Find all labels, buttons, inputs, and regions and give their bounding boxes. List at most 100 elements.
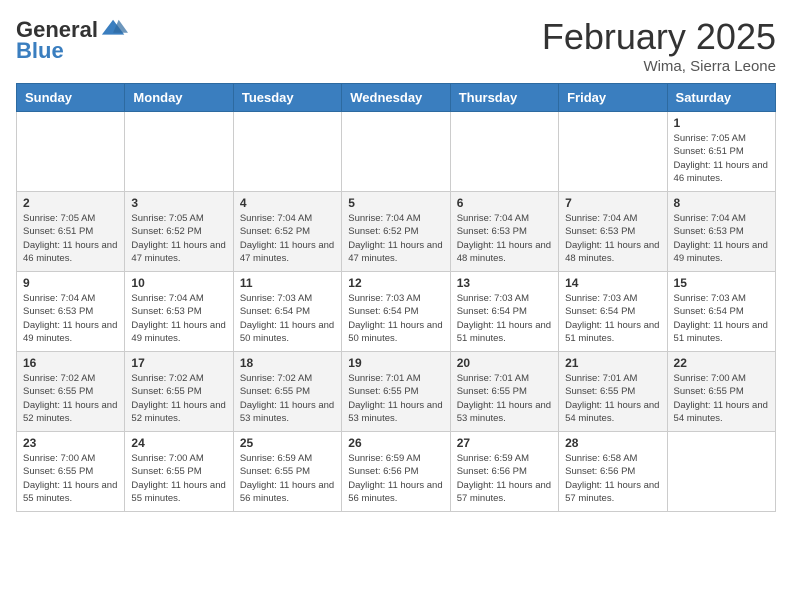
day-info: Sunrise: 7:03 AM Sunset: 6:54 PM Dayligh… [457,292,552,345]
day-info: Sunrise: 7:02 AM Sunset: 6:55 PM Dayligh… [240,372,335,425]
day-info: Sunrise: 7:05 AM Sunset: 6:51 PM Dayligh… [23,212,118,265]
calendar-cell: 26 Sunrise: 6:59 AM Sunset: 6:56 PM Dayli… [342,432,450,512]
day-header-thursday: Thursday [450,84,558,112]
day-info: Sunrise: 7:04 AM Sunset: 6:52 PM Dayligh… [348,212,443,265]
day-info: Sunrise: 6:59 AM Sunset: 6:56 PM Dayligh… [348,452,443,505]
day-info: Sunrise: 7:00 AM Sunset: 6:55 PM Dayligh… [674,372,769,425]
day-header-friday: Friday [559,84,667,112]
day-number: 16 [23,356,118,370]
day-number: 24 [131,436,226,450]
day-number: 10 [131,276,226,290]
calendar-cell: 25 Sunrise: 6:59 AM Sunset: 6:55 PM Dayli… [233,432,341,512]
logo: General Blue [16,16,128,64]
calendar-cell: 24 Sunrise: 7:00 AM Sunset: 6:55 PM Dayli… [125,432,233,512]
calendar-cell: 18 Sunrise: 7:02 AM Sunset: 6:55 PM Dayli… [233,352,341,432]
day-info: Sunrise: 7:04 AM Sunset: 6:52 PM Dayligh… [240,212,335,265]
day-number: 7 [565,196,660,210]
day-number: 27 [457,436,552,450]
day-number: 17 [131,356,226,370]
calendar-cell: 20Sunrise: 7:01 AM Sunset: 6:55 PM Dayli… [450,352,558,432]
day-number: 6 [457,196,552,210]
calendar-cell [342,112,450,192]
day-number: 28 [565,436,660,450]
calendar-cell: 22 Sunrise: 7:00 AM Sunset: 6:55 PM Dayli… [667,352,775,432]
calendar-cell: 10 Sunrise: 7:04 AM Sunset: 6:53 PM Dayli… [125,272,233,352]
day-info: Sunrise: 7:01 AM Sunset: 6:55 PM Dayligh… [348,372,443,425]
calendar-week-row: 23 Sunrise: 7:00 AM Sunset: 6:55 PM Dayli… [17,432,776,512]
calendar-cell: 28 Sunrise: 6:58 AM Sunset: 6:56 PM Dayli… [559,432,667,512]
calendar-cell [125,112,233,192]
calendar-cell [559,112,667,192]
day-info: Sunrise: 7:04 AM Sunset: 6:53 PM Dayligh… [131,292,226,345]
calendar-week-row: 9 Sunrise: 7:04 AM Sunset: 6:53 PM Daylig… [17,272,776,352]
day-info: Sunrise: 7:05 AM Sunset: 6:52 PM Dayligh… [131,212,226,265]
day-info: Sunrise: 7:04 AM Sunset: 6:53 PM Dayligh… [457,212,552,265]
calendar-cell: 1 Sunrise: 7:05 AM Sunset: 6:51 PM Daylig… [667,112,775,192]
calendar-week-row: 2 Sunrise: 7:05 AM Sunset: 6:51 PM Daylig… [17,192,776,272]
day-info: Sunrise: 7:00 AM Sunset: 6:55 PM Dayligh… [131,452,226,505]
day-info: Sunrise: 7:03 AM Sunset: 6:54 PM Dayligh… [348,292,443,345]
calendar-cell [17,112,125,192]
day-info: Sunrise: 7:04 AM Sunset: 6:53 PM Dayligh… [674,212,769,265]
calendar-cell: 27 Sunrise: 6:59 AM Sunset: 6:56 PM Dayli… [450,432,558,512]
day-number: 15 [674,276,769,290]
logo-icon [100,16,128,44]
day-info: Sunrise: 7:02 AM Sunset: 6:55 PM Dayligh… [131,372,226,425]
calendar-cell: 17 Sunrise: 7:02 AM Sunset: 6:55 PM Dayli… [125,352,233,432]
day-number: 1 [674,116,769,130]
calendar-cell: 9Sunrise: 7:04 AM Sunset: 6:53 PM Daylig… [17,272,125,352]
calendar-cell: 5 Sunrise: 7:04 AM Sunset: 6:52 PM Daylig… [342,192,450,272]
day-number: 19 [348,356,443,370]
calendar-cell: 23 Sunrise: 7:00 AM Sunset: 6:55 PM Dayli… [17,432,125,512]
calendar-cell: 3Sunrise: 7:05 AM Sunset: 6:52 PM Daylig… [125,192,233,272]
calendar-cell: 8 Sunrise: 7:04 AM Sunset: 6:53 PM Daylig… [667,192,775,272]
calendar-cell: 15Sunrise: 7:03 AM Sunset: 6:54 PM Dayli… [667,272,775,352]
day-number: 13 [457,276,552,290]
day-info: Sunrise: 7:01 AM Sunset: 6:55 PM Dayligh… [565,372,660,425]
calendar-cell [667,432,775,512]
calendar-cell: 7 Sunrise: 7:04 AM Sunset: 6:53 PM Daylig… [559,192,667,272]
day-number: 18 [240,356,335,370]
day-info: Sunrise: 7:03 AM Sunset: 6:54 PM Dayligh… [240,292,335,345]
calendar-week-row: 1 Sunrise: 7:05 AM Sunset: 6:51 PM Daylig… [17,112,776,192]
calendar-cell: 12 Sunrise: 7:03 AM Sunset: 6:54 PM Dayli… [342,272,450,352]
calendar-week-row: 16 Sunrise: 7:02 AM Sunset: 6:55 PM Dayli… [17,352,776,432]
day-number: 21 [565,356,660,370]
day-number: 14 [565,276,660,290]
month-title: February 2025 [542,16,776,58]
calendar-cell: 14 Sunrise: 7:03 AM Sunset: 6:54 PM Dayli… [559,272,667,352]
day-info: Sunrise: 7:00 AM Sunset: 6:55 PM Dayligh… [23,452,118,505]
day-number: 22 [674,356,769,370]
calendar-header-row: SundayMondayTuesdayWednesdayThursdayFrid… [17,84,776,112]
day-header-wednesday: Wednesday [342,84,450,112]
day-number: 23 [23,436,118,450]
day-number: 4 [240,196,335,210]
page-header: General Blue February 2025 Wima, Sierra … [16,16,776,75]
day-info: Sunrise: 7:03 AM Sunset: 6:54 PM Dayligh… [565,292,660,345]
day-number: 26 [348,436,443,450]
location: Wima, Sierra Leone [542,58,776,75]
day-info: Sunrise: 7:05 AM Sunset: 6:51 PM Dayligh… [674,132,769,185]
day-header-sunday: Sunday [17,84,125,112]
day-number: 9 [23,276,118,290]
calendar-cell: 13 Sunrise: 7:03 AM Sunset: 6:54 PM Dayli… [450,272,558,352]
calendar-cell: 11Sunrise: 7:03 AM Sunset: 6:54 PM Dayli… [233,272,341,352]
day-number: 20 [457,356,552,370]
day-number: 8 [674,196,769,210]
day-number: 12 [348,276,443,290]
day-info: Sunrise: 7:02 AM Sunset: 6:55 PM Dayligh… [23,372,118,425]
day-header-saturday: Saturday [667,84,775,112]
day-number: 25 [240,436,335,450]
day-info: Sunrise: 6:58 AM Sunset: 6:56 PM Dayligh… [565,452,660,505]
day-info: Sunrise: 7:04 AM Sunset: 6:53 PM Dayligh… [565,212,660,265]
day-number: 2 [23,196,118,210]
day-info: Sunrise: 6:59 AM Sunset: 6:56 PM Dayligh… [457,452,552,505]
day-header-monday: Monday [125,84,233,112]
day-number: 5 [348,196,443,210]
calendar-cell: 21 Sunrise: 7:01 AM Sunset: 6:55 PM Dayli… [559,352,667,432]
day-info: Sunrise: 6:59 AM Sunset: 6:55 PM Dayligh… [240,452,335,505]
day-header-tuesday: Tuesday [233,84,341,112]
logo-blue-text: Blue [16,38,64,64]
title-block: February 2025 Wima, Sierra Leone [542,16,776,75]
calendar-table: SundayMondayTuesdayWednesdayThursdayFrid… [16,83,776,512]
